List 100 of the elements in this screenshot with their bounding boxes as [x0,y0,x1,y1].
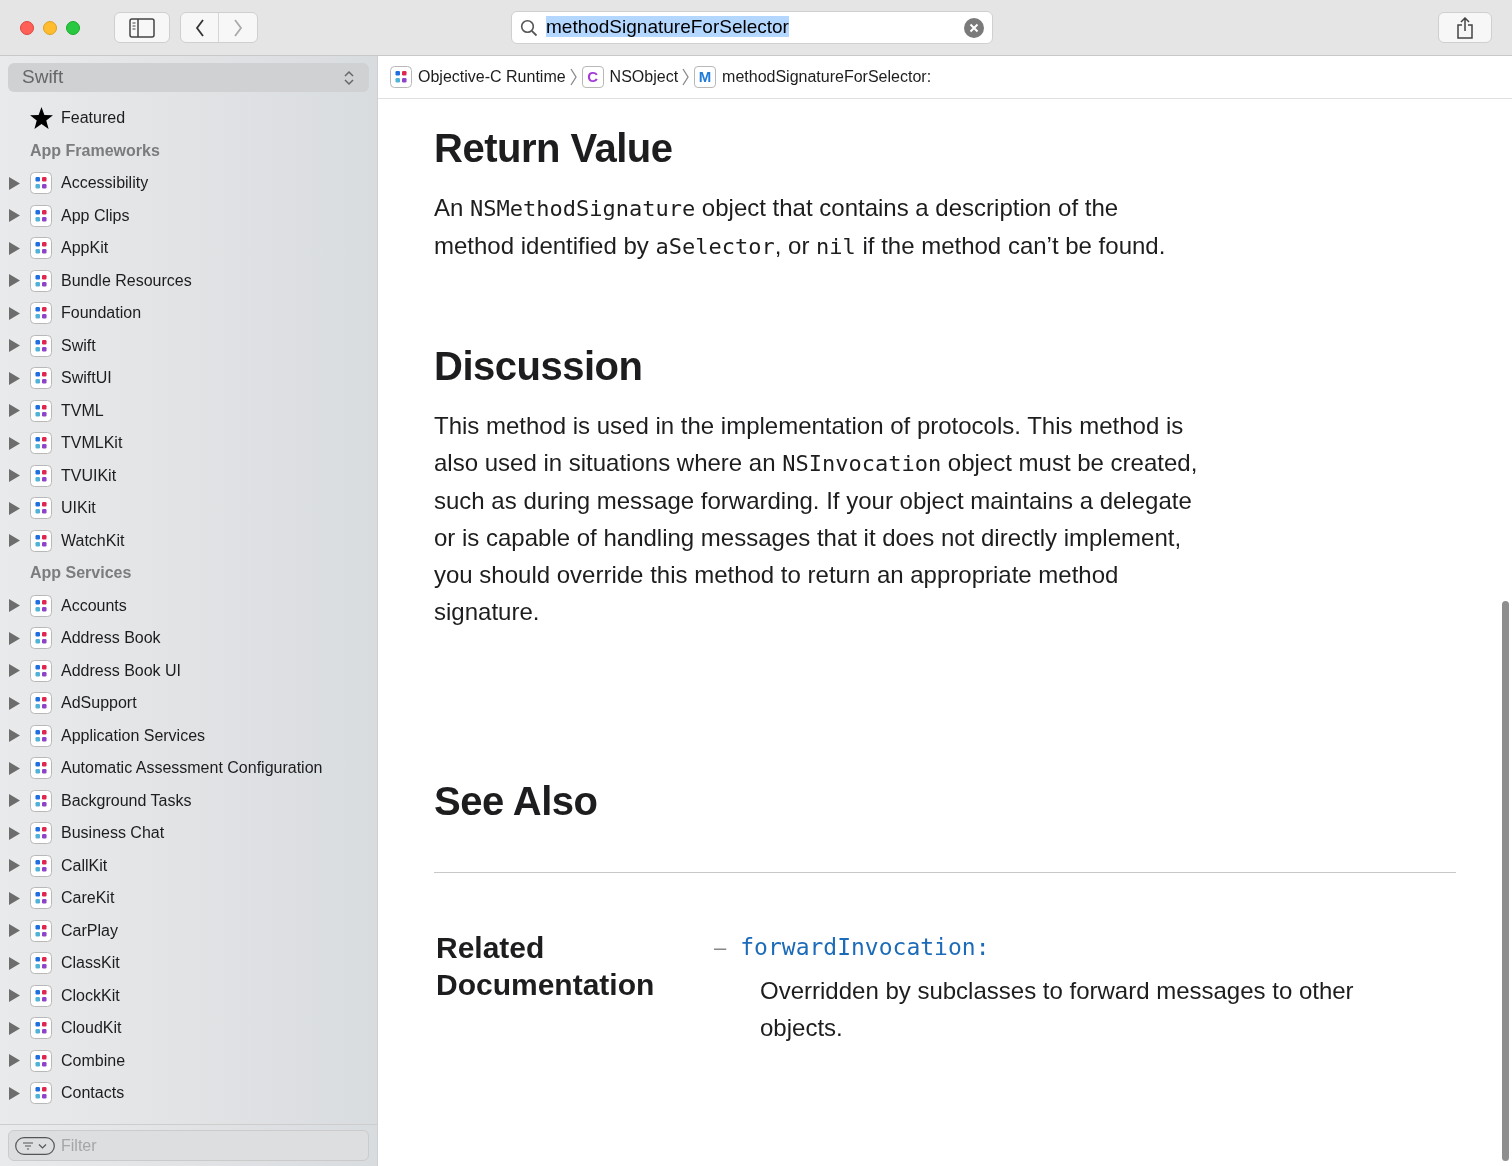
sidebar-item[interactable]: CloudKit [61,1016,122,1041]
filter-icon[interactable] [15,1136,55,1155]
disclosure-icon[interactable] [9,1086,20,1100]
framework-icon [30,919,52,942]
sidebar-item[interactable]: ClassKit [61,951,120,976]
sidebar-item[interactable]: CarPlay [61,918,118,943]
sidebar-icon [129,17,155,38]
disclosure-icon[interactable] [9,404,20,418]
sidebar-item[interactable]: Bundle Resources [61,268,192,293]
clear-icon[interactable] [964,17,984,38]
disclosure-icon[interactable] [9,241,20,255]
disclosure-icon[interactable] [9,339,20,353]
sidebar-item[interactable]: UIKit [61,496,96,521]
class-badge: C [581,66,604,88]
sidebar-item[interactable]: Automatic Assessment Configuration [61,756,323,781]
disclosure-icon[interactable] [9,924,20,938]
framework-icon [30,984,52,1007]
section-header: App Frameworks [30,140,160,161]
sidebar-item[interactable]: TVMLKit [61,431,123,456]
disclosure-icon[interactable] [9,176,20,190]
disclosure-icon[interactable] [9,989,20,1003]
framework-icon [30,789,52,812]
sidebar-item[interactable]: AdSupport [61,691,137,716]
framework-icon [30,952,52,975]
scroll-bar[interactable] [1502,601,1509,1161]
updown-icon [343,68,355,87]
sidebar-item[interactable]: Foundation [61,301,142,326]
section-heading: Discussion [434,343,644,389]
sidebar-item[interactable]: Combine [61,1048,126,1073]
sidebar-item[interactable]: AppKit [61,236,109,261]
sidebar-item[interactable]: Featured [0,102,377,135]
disclosure-icon[interactable] [9,729,20,743]
sidebar-item[interactable]: Address Book UI [61,658,182,683]
sidebar-item[interactable]: Application Services [61,723,206,748]
disclosure-icon[interactable] [9,1054,20,1068]
framework-icon [390,66,412,88]
disclosure-icon[interactable] [9,436,20,450]
framework-icon [30,302,52,325]
breadcrumb-item[interactable]: Objective-C Runtime [418,65,566,89]
disclosure-icon[interactable] [9,209,20,223]
zoom-button[interactable] [66,20,80,35]
framework-icon [30,237,52,260]
sidebar-item[interactable]: Swift [61,333,96,358]
framework-icon [30,822,52,845]
search-icon [520,18,538,37]
sidebar-item[interactable]: Accessibility [61,171,149,196]
framework-icon [30,1082,52,1105]
breadcrumb-item[interactable]: NSObject [609,65,679,89]
search-field[interactable]: methodSignatureForSelector [511,11,993,44]
topic-group-title: Related Documentation [435,930,656,1003]
sidebar-item[interactable]: ClockKit [61,983,120,1008]
disclosure-icon[interactable] [9,599,20,613]
sidebar-item[interactable]: App Clips [61,203,130,228]
link-summary: Overridden by subclasses to forward messages to other objects. [760,976,1355,1043]
star-icon [30,107,53,130]
sidebar-item[interactable]: Background Tasks [61,788,192,813]
framework-icon [30,594,52,617]
disclosure-icon[interactable] [9,631,20,645]
sidebar-item[interactable]: Contacts [61,1081,125,1106]
section-header: App Services [30,563,132,584]
disclosure-icon[interactable] [9,891,20,905]
framework-icon [30,854,52,877]
framework-icon [30,757,52,780]
disclosure-icon[interactable] [9,306,20,320]
close-button[interactable] [20,20,34,35]
sidebar-item[interactable]: SwiftUI [61,366,112,391]
sidebar-item[interactable]: WatchKit [61,528,125,553]
disclosure-icon[interactable] [9,274,20,288]
disclosure-icon[interactable] [9,371,20,385]
disclosure-icon[interactable] [9,826,20,840]
disclosure-icon[interactable] [9,1021,20,1035]
sidebar-item[interactable]: Business Chat [61,821,165,846]
disclosure-icon[interactable] [9,859,20,873]
sidebar-item[interactable]: Address Book [61,626,161,651]
framework-icon [30,887,52,910]
dash: – [714,934,727,962]
sidebar-item[interactable]: CallKit [61,853,108,878]
disclosure-icon[interactable] [9,664,20,678]
section-heading: See Also [434,778,599,824]
share-button[interactable] [1438,12,1492,43]
framework-icon [30,334,52,357]
disclosure-icon[interactable] [9,794,20,808]
paragraph: An NSMethodSignature object that contains a description of the method identified by aSelector, or nil if the method can’t be found. [434,193,1167,261]
disclosure-icon[interactable] [9,469,20,483]
framework-icon [30,204,52,227]
sidebar-item[interactable]: CareKit [61,886,115,911]
sidebar-item[interactable]: TVUIKit [61,463,117,488]
disclosure-icon[interactable] [9,956,20,970]
disclosure-icon[interactable] [9,534,20,548]
disclosure-icon[interactable] [9,501,20,515]
language-popup[interactable]: Swift [8,63,369,92]
disclosure-icon[interactable] [9,761,20,775]
framework-icon [30,529,52,552]
symbol-link[interactable]: forwardInvocation: [740,930,990,965]
sidebar-item[interactable]: TVML [61,398,104,423]
sidebar-item[interactable]: Accounts [61,593,127,618]
disclosure-icon[interactable] [9,696,20,710]
breadcrumb-item[interactable]: methodSignatureForSelector: [722,65,932,89]
framework-icon [30,367,52,390]
sidebar-toggle-button[interactable] [114,12,170,43]
